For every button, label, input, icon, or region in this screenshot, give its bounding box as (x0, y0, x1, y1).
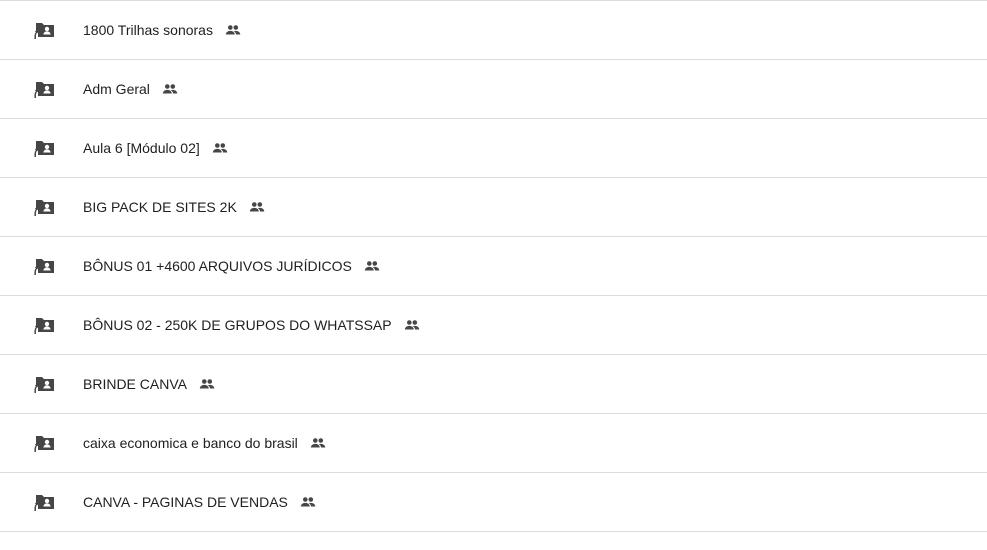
file-name-text: BIG PACK DE SITES 2K (83, 199, 237, 215)
file-name-text: 1800 Trilhas sonoras (83, 22, 213, 38)
people-icon (224, 21, 242, 39)
file-name-text: Adm Geral (83, 81, 150, 97)
shared-folder-icon (34, 491, 56, 513)
shared-folder-icon (34, 196, 56, 218)
shared-folder-icon (34, 373, 56, 395)
file-name: 1800 Trilhas sonoras (83, 21, 242, 39)
file-name: BRINDE CANVA (83, 375, 216, 393)
shared-folder-icon (34, 78, 56, 100)
file-name: Adm Geral (83, 80, 179, 98)
file-row[interactable]: Adm Geral (0, 60, 987, 119)
shared-folder-icon (34, 137, 56, 159)
people-icon (403, 316, 421, 334)
people-icon (363, 257, 381, 275)
file-row[interactable]: BIG PACK DE SITES 2K (0, 178, 987, 237)
people-icon (299, 493, 317, 511)
file-list: 1800 Trilhas sonoras Adm Geral Aula 6 [M… (0, 0, 987, 532)
file-row[interactable]: BÔNUS 02 - 250K DE GRUPOS DO WHATSSAP (0, 296, 987, 355)
file-row[interactable]: 1800 Trilhas sonoras (0, 1, 987, 60)
file-name: Aula 6 [Módulo 02] (83, 139, 229, 157)
file-name-text: BÔNUS 01 +4600 ARQUIVOS JURÍDICOS (83, 258, 352, 274)
file-row[interactable]: caixa economica e banco do brasil (0, 414, 987, 473)
file-name-text: Aula 6 [Módulo 02] (83, 140, 200, 156)
file-row[interactable]: BRINDE CANVA (0, 355, 987, 414)
file-name: caixa economica e banco do brasil (83, 434, 327, 452)
file-name-text: BÔNUS 02 - 250K DE GRUPOS DO WHATSSAP (83, 317, 392, 333)
file-name: BÔNUS 01 +4600 ARQUIVOS JURÍDICOS (83, 257, 381, 275)
people-icon (248, 198, 266, 216)
file-row[interactable]: CANVA - PAGINAS DE VENDAS (0, 473, 987, 532)
file-name-text: BRINDE CANVA (83, 376, 187, 392)
people-icon (161, 80, 179, 98)
shared-folder-icon (34, 432, 56, 454)
file-row[interactable]: BÔNUS 01 +4600 ARQUIVOS JURÍDICOS (0, 237, 987, 296)
file-name-text: CANVA - PAGINAS DE VENDAS (83, 494, 288, 510)
shared-folder-icon (34, 314, 56, 336)
shared-folder-icon (34, 19, 56, 41)
people-icon (211, 139, 229, 157)
file-name: BIG PACK DE SITES 2K (83, 198, 266, 216)
file-name: BÔNUS 02 - 250K DE GRUPOS DO WHATSSAP (83, 316, 421, 334)
file-row[interactable]: Aula 6 [Módulo 02] (0, 119, 987, 178)
people-icon (198, 375, 216, 393)
shared-folder-icon (34, 255, 56, 277)
people-icon (309, 434, 327, 452)
file-name: CANVA - PAGINAS DE VENDAS (83, 493, 317, 511)
file-name-text: caixa economica e banco do brasil (83, 435, 298, 451)
